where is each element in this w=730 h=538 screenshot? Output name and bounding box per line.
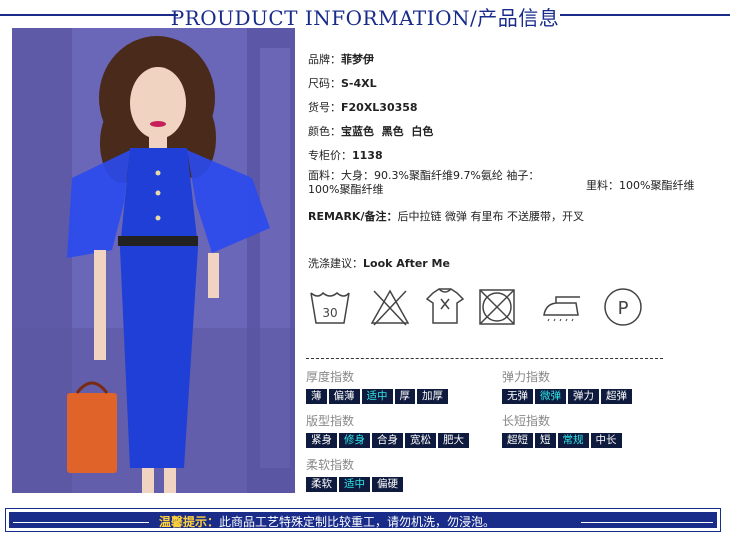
wash-row: 洗涤建议：Look After Me <box>308 255 450 271</box>
fabric-value: 大身：90.3%聚酯纤维9.7%氨纶 袖子：100%聚酯纤维 <box>308 169 540 196</box>
elasticity-chips: 无弹 微弹 弹力 超弹 <box>502 389 632 404</box>
size-label: 尺码： <box>308 77 341 90</box>
index-chip: 合身 <box>372 433 403 448</box>
fit-chips: 紧身 修身 合身 宽松 肥大 <box>306 433 469 448</box>
wash-30-icon: 30 <box>308 285 352 329</box>
footer-tip: 温馨提示：此商品工艺特殊定制比较重工，请勿机洗，勿浸泡。 <box>159 513 495 530</box>
length-title: 长短指数 <box>502 414 551 428</box>
divider <box>306 358 663 359</box>
remark-value: 后中拉链 微弹 有里布 不送腰带，开叉 <box>397 210 584 223</box>
tip-text: 此商品工艺特殊定制比较重工，请勿机洗，勿浸泡。 <box>219 515 496 529</box>
color-row: 颜色：宝蓝色 黑色 白色 <box>308 123 433 139</box>
remark-row: REMARK/备注：后中拉链 微弹 有里布 不送腰带，开叉 <box>308 208 584 224</box>
footer-notice: 温馨提示：此商品工艺特殊定制比较重工，请勿机洗，勿浸泡。 <box>5 508 721 532</box>
index-chip: 肥大 <box>438 433 469 448</box>
wash-value: Look After Me <box>363 257 450 270</box>
index-chip: 超弹 <box>601 389 632 404</box>
price-row: 专柜价：1138 <box>308 147 383 163</box>
color-value: 宝蓝色 黑色 白色 <box>341 125 434 138</box>
footer-line-left <box>13 522 149 523</box>
brand-label: 品牌： <box>308 53 341 66</box>
softness-chips: 柔软 适中 偏硬 <box>306 477 403 492</box>
brand-row: 品牌：菲梦伊 <box>308 51 374 67</box>
dry-clean-letter: P <box>618 298 629 319</box>
price-label: 专柜价： <box>308 149 352 162</box>
wash-temp: 30 <box>322 306 337 320</box>
page-title: PROUDUCT INFORMATION/产品信息 <box>170 6 560 30</box>
remark-label: REMARK/备注： <box>308 210 398 223</box>
index-chip: 紧身 <box>306 433 337 448</box>
brand-value: 菲梦伊 <box>341 53 374 66</box>
index-chip: 薄 <box>306 389 327 404</box>
fit-title: 版型指数 <box>306 414 355 428</box>
index-chip: 短 <box>535 433 556 448</box>
section-header: PROUDUCT INFORMATION/产品信息 <box>0 0 730 30</box>
length-chips: 超短短常规 中长 <box>502 433 622 448</box>
index-chip: 宽松 <box>405 433 436 448</box>
sku-label: 货号： <box>308 101 341 114</box>
no-dryclean-icon <box>475 285 519 329</box>
index-chip-selected: 常规 <box>557 433 589 448</box>
price-value: 1138 <box>352 149 383 162</box>
dry-clean-p-icon: P <box>601 285 645 329</box>
index-chip: 偏硬 <box>372 477 403 492</box>
fabric-row: 面料：大身：90.3%聚酯纤维9.7%氨纶 袖子：100%聚酯纤维 <box>308 169 553 197</box>
index-chip: 厚 <box>394 389 415 404</box>
tip-label: 温馨提示： <box>159 515 220 529</box>
index-chip-selected: 修身 <box>339 433 370 448</box>
thickness-title: 厚度指数 <box>306 370 355 384</box>
lining-value: 100%聚酯纤维 <box>619 179 695 192</box>
care-icons: 30 P <box>305 285 665 335</box>
index-chip: 超短 <box>502 433 533 448</box>
fabric-label: 面料： <box>308 169 341 182</box>
thickness-chips: 薄偏薄 适中厚加厚 <box>306 389 448 404</box>
wash-label: 洗涤建议： <box>308 257 363 270</box>
index-chip: 弹力 <box>568 389 599 404</box>
sku-row: 货号：F20XL30358 <box>308 99 418 115</box>
index-chip: 加厚 <box>417 389 448 404</box>
index-chip: 中长 <box>590 433 622 448</box>
size-row: 尺码：S-4XL <box>308 75 377 91</box>
footer-line-right <box>581 522 713 523</box>
index-chip: 无弹 <box>502 389 533 404</box>
footer-inner: 温馨提示：此商品工艺特殊定制比较重工，请勿机洗，勿浸泡。 <box>9 512 717 530</box>
iron-icon <box>540 285 584 329</box>
index-chip: 偏薄 <box>328 389 360 404</box>
no-bleach-icon <box>368 285 412 329</box>
lining-label: 里料： <box>586 179 619 192</box>
size-value: S-4XL <box>341 77 377 90</box>
index-chip-selected: 适中 <box>339 477 370 492</box>
index-chip-selected: 适中 <box>361 389 393 404</box>
softness-title: 柔软指数 <box>306 458 355 472</box>
color-label: 颜色： <box>308 125 341 138</box>
elasticity-title: 弹力指数 <box>502 370 551 384</box>
index-chip: 柔软 <box>306 477 337 492</box>
sku-value: F20XL30358 <box>341 101 418 114</box>
product-photo <box>12 28 295 493</box>
no-tumble-dry-icon <box>423 285 467 329</box>
lining-row: 里料：100%聚酯纤维 <box>586 177 694 193</box>
index-chip-selected: 微弹 <box>535 389 566 404</box>
